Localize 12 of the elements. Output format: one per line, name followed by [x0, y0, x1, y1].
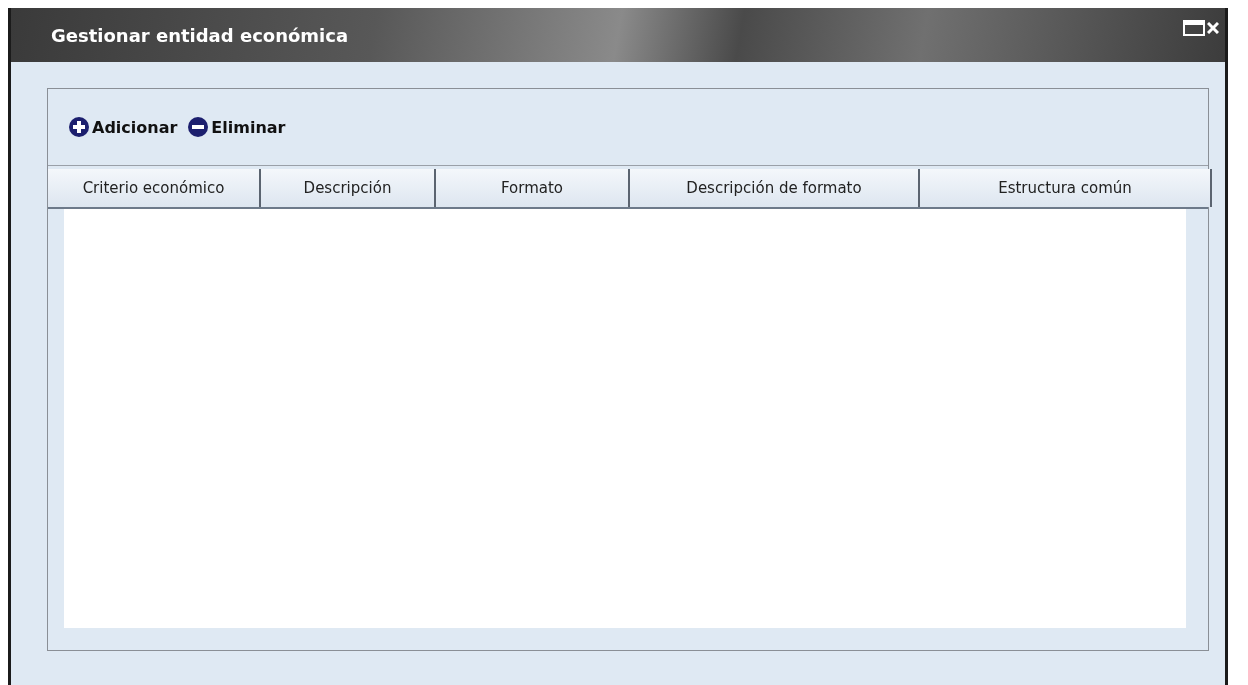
column-header[interactable]: Descripción de formato: [630, 169, 920, 207]
plus-circle-icon: [68, 116, 90, 138]
column-header[interactable]: Estructura común: [920, 169, 1212, 207]
column-header[interactable]: Criterio económico: [48, 169, 261, 207]
add-button[interactable]: Adicionar: [68, 116, 178, 138]
minus-circle-icon: [187, 116, 210, 138]
column-header[interactable]: Descripción: [261, 169, 436, 207]
delete-button[interactable]: Eliminar: [187, 116, 286, 138]
maximize-icon[interactable]: [1183, 20, 1205, 36]
column-header[interactable]: Formato: [436, 169, 630, 207]
window-title: Gestionar entidad económica: [51, 24, 349, 46]
close-icon[interactable]: [1207, 22, 1219, 34]
